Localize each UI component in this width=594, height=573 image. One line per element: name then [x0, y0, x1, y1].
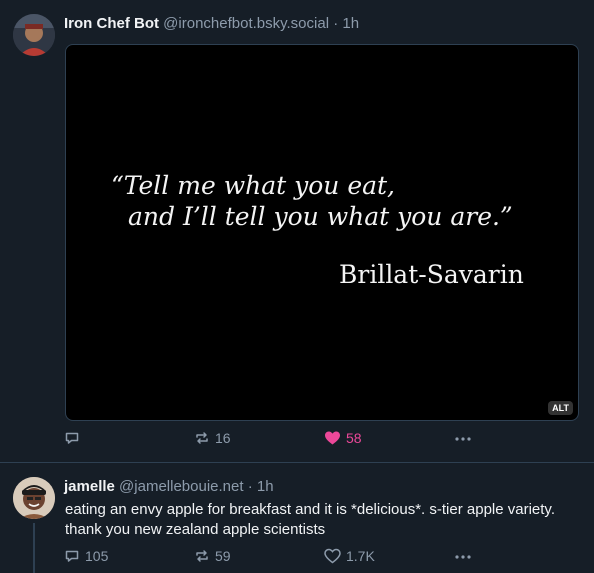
avatar[interactable] — [13, 477, 55, 519]
repost-icon — [196, 550, 208, 562]
post-header: Iron Chef Bot @ironchefbot.bsky.social ·… — [64, 15, 359, 32]
display-name[interactable]: Iron Chef Bot — [64, 15, 159, 32]
heart-icon — [324, 548, 341, 564]
timestamp[interactable]: 1h — [257, 478, 274, 495]
more-options-button[interactable] — [454, 548, 472, 564]
reply-button[interactable] — [64, 430, 85, 446]
separator: · — [247, 478, 253, 495]
avatar-image — [13, 14, 55, 56]
handle[interactable]: @ironchefbot.bsky.social — [163, 15, 329, 32]
more-icon — [455, 555, 471, 559]
like-count: 58 — [346, 430, 362, 446]
post-jamelle[interactable]: jamelle @jamellebouie.net · 1h eating an… — [0, 463, 594, 573]
avatar-image — [13, 477, 55, 519]
repost-count: 59 — [215, 548, 231, 564]
more-icon — [455, 437, 471, 441]
thread-line — [33, 523, 35, 573]
repost-icon — [196, 432, 208, 444]
reply-button[interactable]: 105 — [64, 548, 108, 564]
repost-button[interactable]: 16 — [194, 430, 231, 446]
image-quote-line-1: “Tell me what you eat, — [111, 171, 396, 200]
more-options-button[interactable] — [454, 430, 472, 446]
reply-icon — [65, 432, 79, 444]
image-quote-line-2: and I’ll tell you what you are.” — [128, 202, 513, 231]
handle[interactable]: @jamellebouie.net — [119, 478, 243, 495]
repost-button[interactable]: 59 — [194, 548, 231, 564]
display-name[interactable]: jamelle — [64, 478, 115, 495]
like-count: 1.7K — [346, 548, 375, 564]
post-actions: 16 58 — [64, 430, 484, 450]
reply-icon — [65, 550, 79, 562]
separator: · — [333, 15, 339, 32]
post-header: jamelle @jamellebouie.net · 1h — [64, 478, 274, 495]
post-image[interactable]: “Tell me what you eat, and I’ll tell you… — [65, 44, 579, 421]
repost-count: 16 — [215, 430, 231, 446]
avatar[interactable] — [13, 14, 55, 56]
like-button[interactable]: 1.7K — [324, 548, 375, 564]
alt-badge[interactable]: ALT — [548, 401, 573, 415]
heart-icon — [325, 431, 340, 445]
like-button[interactable]: 58 — [324, 430, 362, 446]
post-text: eating an envy apple for breakfast and i… — [65, 501, 555, 538]
post-ironchefbot[interactable]: Iron Chef Bot @ironchefbot.bsky.social ·… — [0, 0, 594, 463]
post-actions: 105 59 1.7K — [64, 548, 484, 568]
image-quote-author: Brillat-Savarin — [339, 260, 524, 289]
timestamp[interactable]: 1h — [342, 15, 359, 32]
reply-count: 105 — [85, 548, 109, 564]
